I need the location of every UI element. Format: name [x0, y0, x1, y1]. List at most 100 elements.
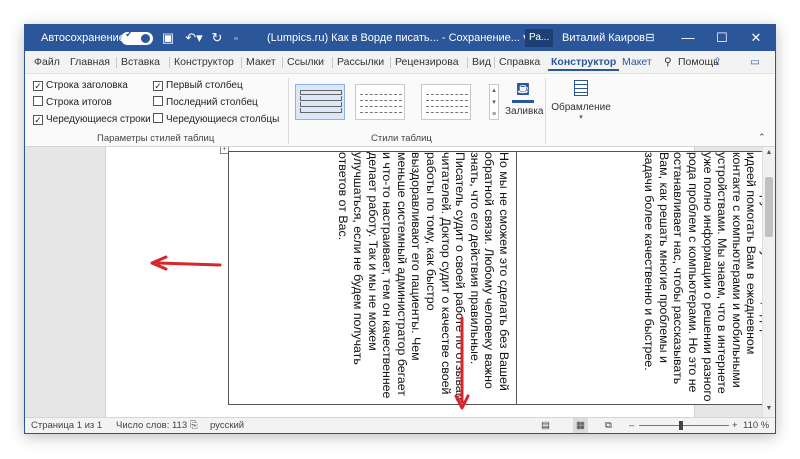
tab-layout[interactable]: Макет	[243, 54, 279, 71]
option-last-column[interactable]: Последний столбец	[153, 96, 258, 110]
cell-text-left: Но мы не сможем это сделать без Вашей об…	[336, 152, 511, 402]
scroll-down-icon[interactable]: ▼	[763, 403, 775, 415]
scroll-up-icon[interactable]: ▲	[763, 147, 775, 159]
shading-label: Заливка	[505, 106, 544, 117]
borders-icon	[574, 80, 588, 96]
checkbox[interactable]: ✓	[153, 81, 163, 91]
tab-references[interactable]: Ссылки	[284, 54, 327, 71]
user-name[interactable]: Виталий Каиров	[562, 25, 645, 51]
search-icon[interactable]: ⚲	[661, 54, 675, 71]
tab-review[interactable]: Рецензирова	[392, 54, 462, 71]
page-count[interactable]: Страница 1 из 1	[31, 418, 102, 433]
column-divider	[516, 152, 517, 404]
check-icon: ✓	[125, 29, 134, 40]
borders-label: Обрамление	[551, 102, 611, 113]
option-label: Строка итогов	[46, 97, 112, 108]
option-label: Чередующиеся столбцы	[166, 114, 280, 125]
language[interactable]: русский	[210, 418, 244, 433]
word-count[interactable]: Число слов: 113	[116, 418, 187, 433]
checkbox[interactable]: ✓	[33, 115, 43, 125]
document-title[interactable]: (Lumpics.ru) Как в Ворде писать... - Сох…	[267, 25, 529, 51]
tab-separator	[241, 57, 242, 68]
autosave-label: Автосохранение	[41, 32, 125, 44]
option-label: Первый столбец	[166, 80, 243, 91]
title-bar: Автосохранение ✓ ▣ ↶▾ ↻ ₌ (Lumpics.ru) К…	[25, 25, 775, 51]
checkbox[interactable]: ✓	[33, 81, 43, 91]
share-icon[interactable]: ⇪	[710, 54, 725, 71]
undo-icon[interactable]: ↶▾	[182, 25, 206, 51]
table-cell-right[interactable]: Мы — группа энтузиастов, одержимых идеей…	[517, 152, 773, 404]
scroll-thumb[interactable]	[765, 177, 773, 237]
tab-separator	[116, 57, 117, 68]
checkbox[interactable]	[153, 113, 163, 123]
paint-bucket-icon: ⛾	[515, 79, 531, 99]
chevron-down-icon: ▾	[579, 114, 583, 121]
option-label: Строка заголовка	[46, 80, 128, 91]
tab-mailings[interactable]: Рассылки	[334, 54, 387, 71]
option-first-column[interactable]: ✓ Первый столбец	[153, 79, 243, 93]
zoom-slider-thumb[interactable]	[679, 421, 683, 430]
minimize-icon[interactable]: —	[671, 25, 705, 51]
autosave-toggle[interactable]: ✓	[121, 29, 153, 45]
vertical-scrollbar[interactable]: ▲ ▼	[762, 147, 775, 417]
group-label-style-options: Параметры стилей таблиц	[97, 133, 215, 144]
tab-separator	[282, 57, 283, 68]
ribbon: ✓ Строка заголовка Строка итогов ✓ Чередую…	[25, 73, 775, 147]
shading-button[interactable]: ⛾ Заливка	[505, 78, 544, 117]
tab-home[interactable]: Главная	[67, 54, 113, 71]
ribbon-display-icon[interactable]: ⊟	[640, 25, 660, 51]
tab-view[interactable]: Вид	[469, 54, 494, 71]
collapse-ribbon-icon[interactable]: ⌃	[758, 132, 766, 143]
tab-table-design[interactable]: Конструктор	[548, 54, 620, 71]
group-separator	[545, 78, 546, 144]
tab-file[interactable]: Файл	[31, 54, 63, 71]
tab-insert[interactable]: Вставка	[118, 54, 163, 71]
print-layout-icon[interactable]: ▦	[573, 418, 588, 433]
read-mode-icon[interactable]: ▤	[541, 418, 550, 433]
checkbox[interactable]	[153, 96, 163, 106]
page: + Мы — группа энтузиастов, одержимых иде…	[105, 147, 775, 417]
shading-color-bar	[512, 100, 534, 103]
checkbox[interactable]	[33, 96, 43, 106]
redo-icon[interactable]: ↻	[209, 25, 225, 51]
context-badge: Ра...	[525, 29, 554, 47]
comments-icon[interactable]: ▭	[747, 54, 763, 71]
proofing-icon[interactable]: ⎘	[190, 418, 198, 433]
status-bar: Страница 1 из 1 Число слов: 113 ⎘ русски…	[25, 417, 775, 433]
table-style-grid[interactable]	[295, 84, 345, 120]
cell-text-right: Мы — группа энтузиастов, одержимых идеей…	[642, 152, 773, 402]
ribbon-tabs: Файл Главная Вставка Конструктор Макет С…	[25, 51, 775, 73]
option-total-row[interactable]: Строка итогов	[33, 96, 112, 110]
customize-qat-icon[interactable]: ₌	[229, 25, 243, 51]
option-banded-rows[interactable]: ✓ Чередующиеся строки	[33, 113, 151, 127]
zoom-slider[interactable]	[639, 425, 729, 426]
maximize-icon[interactable]: ☐	[705, 25, 739, 51]
borders-button[interactable]: Обрамление ▾	[551, 78, 611, 121]
tab-separator	[467, 57, 468, 68]
web-layout-icon[interactable]: ⧉	[605, 418, 612, 433]
tab-design[interactable]: Конструктор	[171, 54, 237, 71]
save-icon[interactable]: ▣	[159, 25, 177, 51]
table: Мы — группа энтузиастов, одержимых идеей…	[228, 151, 773, 405]
option-header-row[interactable]: ✓ Строка заголовка	[33, 79, 128, 93]
table-style-plain-2[interactable]	[421, 84, 471, 120]
option-banded-columns[interactable]: Чередующиеся столбцы	[153, 113, 279, 127]
tab-help[interactable]: Справка	[496, 54, 543, 71]
close-icon[interactable]: ✕	[739, 25, 773, 51]
tab-table-layout[interactable]: Макет	[619, 54, 655, 71]
word-window: Автосохранение ✓ ▣ ↶▾ ↻ ₌ (Lumpics.ru) К…	[24, 24, 776, 434]
zoom-in-icon[interactable]: +	[732, 418, 738, 433]
document-area: + Мы — группа энтузиастов, одержимых иде…	[25, 147, 775, 417]
option-label: Чередующиеся строки	[46, 114, 151, 125]
styles-gallery-scroll[interactable]: ▴ ▾ ≡	[489, 84, 499, 120]
group-separator	[288, 78, 289, 144]
table-cell-left[interactable]: Но мы не сможем это сделать без Вашей об…	[229, 152, 516, 404]
tab-separator	[332, 57, 333, 68]
group-label-table-styles: Стили таблиц	[371, 133, 432, 144]
tab-separator	[494, 57, 495, 68]
table-style-plain-1[interactable]	[355, 84, 405, 120]
option-label: Последний столбец	[166, 97, 258, 108]
zoom-level[interactable]: 110 %	[743, 418, 769, 433]
tab-separator	[169, 57, 170, 68]
zoom-out-icon[interactable]: –	[629, 418, 634, 433]
